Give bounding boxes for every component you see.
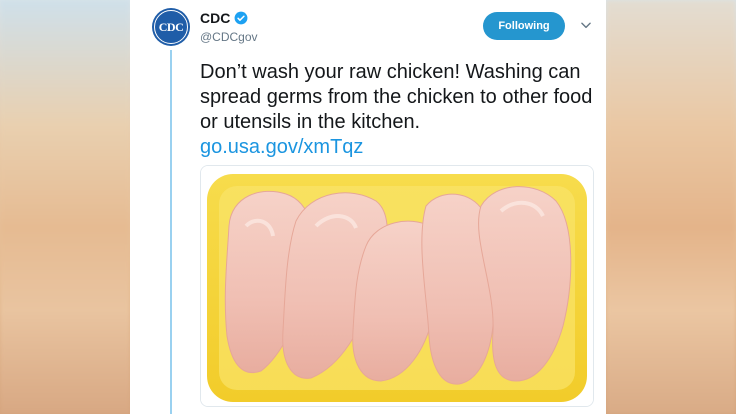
verified-badge-icon <box>234 11 248 25</box>
thread-line <box>170 50 172 414</box>
tweet-card: CDC CDC @CDCgov Following Don’t wash you… <box>130 0 606 414</box>
user-handle[interactable]: @CDCgov <box>200 30 258 44</box>
tweet-link[interactable]: go.usa.gov/xmTqz <box>200 135 363 159</box>
chevron-down-icon[interactable] <box>579 18 593 32</box>
background-right <box>606 0 736 414</box>
name-row: CDC <box>200 10 248 26</box>
following-button[interactable]: Following <box>483 12 565 40</box>
background-left <box>0 0 130 414</box>
chicken-tray-image <box>201 166 593 406</box>
avatar-logo-text: CDC <box>154 10 188 44</box>
tweet-text: Don’t wash your raw chicken! Washing can… <box>200 61 593 133</box>
tweet-media-image[interactable] <box>200 165 594 407</box>
avatar[interactable]: CDC <box>152 8 190 46</box>
display-name[interactable]: CDC <box>200 10 230 26</box>
